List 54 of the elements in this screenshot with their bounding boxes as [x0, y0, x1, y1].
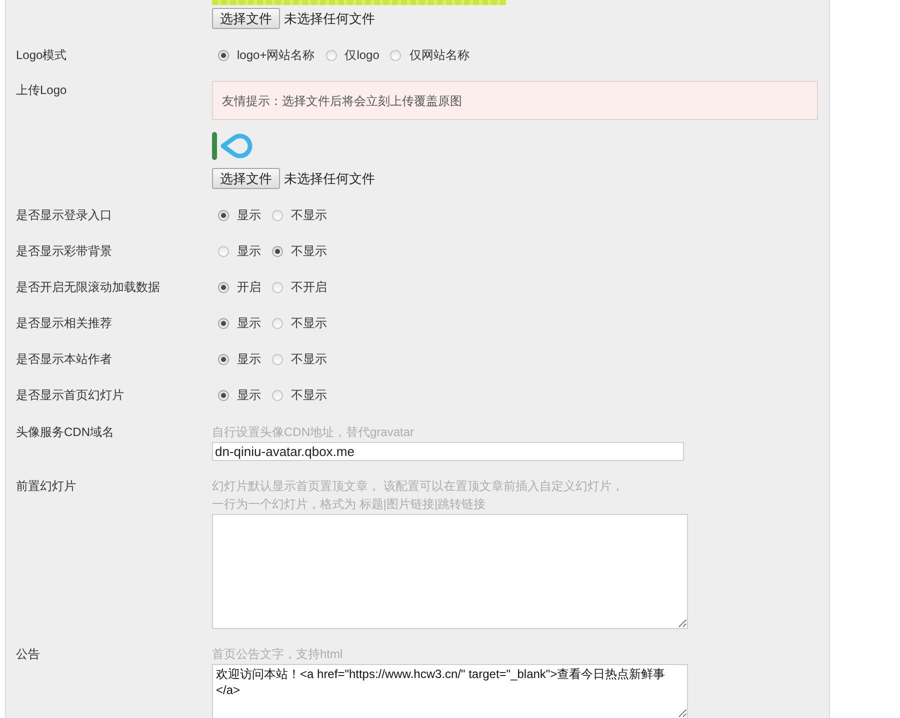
- field-label: 前置幻灯片: [16, 478, 76, 495]
- radio-option[interactable]: 显示: [218, 242, 261, 260]
- radio-option[interactable]: 仅网站名称: [390, 46, 470, 64]
- field-label: 上传Logo: [16, 82, 67, 99]
- textarea-field[interactable]: 欢迎访问本站！<a href="https://www.hcw3.cn/" target="_blank">查看今日热点新鲜事</a>: [212, 664, 688, 718]
- radio-option[interactable]: 显示: [218, 314, 261, 332]
- radio-option[interactable]: 仅logo: [326, 46, 380, 64]
- field-label: 是否显示相关推荐: [16, 315, 112, 332]
- radio-button[interactable]: [218, 282, 229, 292]
- radio-option[interactable]: 显示: [218, 350, 261, 368]
- radio-button[interactable]: [272, 318, 283, 328]
- radio-button[interactable]: [218, 354, 229, 364]
- radio-button[interactable]: [218, 210, 229, 220]
- radio-option[interactable]: 开启: [218, 278, 261, 296]
- radio-button[interactable]: [390, 50, 402, 60]
- radio-option[interactable]: 不显示: [272, 314, 327, 332]
- tip-message: 友情提示：选择文件后将会立刻上传覆盖原图: [212, 81, 818, 120]
- field-label: 头像服务CDN域名: [16, 424, 114, 441]
- field-label: 是否开启无限滚动加载数据: [16, 279, 160, 296]
- file-status: 未选择任何文件: [284, 10, 375, 28]
- radio-button[interactable]: [218, 390, 229, 400]
- radio-option[interactable]: 不显示: [272, 350, 327, 368]
- radio-option[interactable]: 显示: [218, 206, 261, 224]
- field-label: 公告: [16, 646, 40, 663]
- radio-option[interactable]: 不显示: [272, 242, 327, 260]
- field-label: Logo模式: [16, 47, 67, 64]
- hint-text: 首页公告文字，支持html: [212, 646, 343, 663]
- radio-button[interactable]: [272, 390, 283, 400]
- textarea-field[interactable]: [212, 514, 688, 629]
- radio-button[interactable]: [272, 210, 283, 220]
- radio-button[interactable]: [326, 50, 337, 60]
- radio-button[interactable]: [272, 246, 283, 256]
- file-status: 未选择任何文件: [284, 170, 375, 188]
- field-label: 是否显示彩带背景: [16, 243, 112, 260]
- radio-button[interactable]: [218, 246, 229, 256]
- radio-option[interactable]: 不开启: [272, 278, 327, 296]
- hint-text: 幻灯片默认显示首页置顶文章， 该配置可以在置顶文章前插入自定义幻灯片，: [212, 478, 624, 495]
- field-label: 是否显示登录入口: [16, 207, 112, 224]
- logo-icon: [212, 131, 253, 161]
- hint-text: 一行为一个幻灯片，格式为 标题|图片链接|跳转链接: [212, 496, 486, 513]
- radio-button[interactable]: [218, 318, 229, 328]
- choose-file-button[interactable]: 选择文件: [212, 168, 280, 189]
- radio-button[interactable]: [272, 282, 283, 292]
- text-input[interactable]: dn-qiniu-avatar.qbox.me: [212, 442, 684, 461]
- radio-button[interactable]: [218, 50, 229, 60]
- radio-option[interactable]: 显示: [218, 386, 261, 404]
- hint-text: 自行设置头像CDN地址，替代gravatar: [212, 424, 414, 441]
- choose-file-button[interactable]: 选择文件: [212, 8, 280, 29]
- radio-button[interactable]: [272, 354, 283, 364]
- field-label: 是否显示本站作者: [16, 351, 112, 368]
- radio-option[interactable]: 不显示: [272, 386, 327, 404]
- radio-option[interactable]: logo+网站名称: [218, 46, 315, 64]
- field-label: 是否显示首页幻灯片: [16, 387, 124, 404]
- radio-option[interactable]: 不显示: [272, 206, 327, 224]
